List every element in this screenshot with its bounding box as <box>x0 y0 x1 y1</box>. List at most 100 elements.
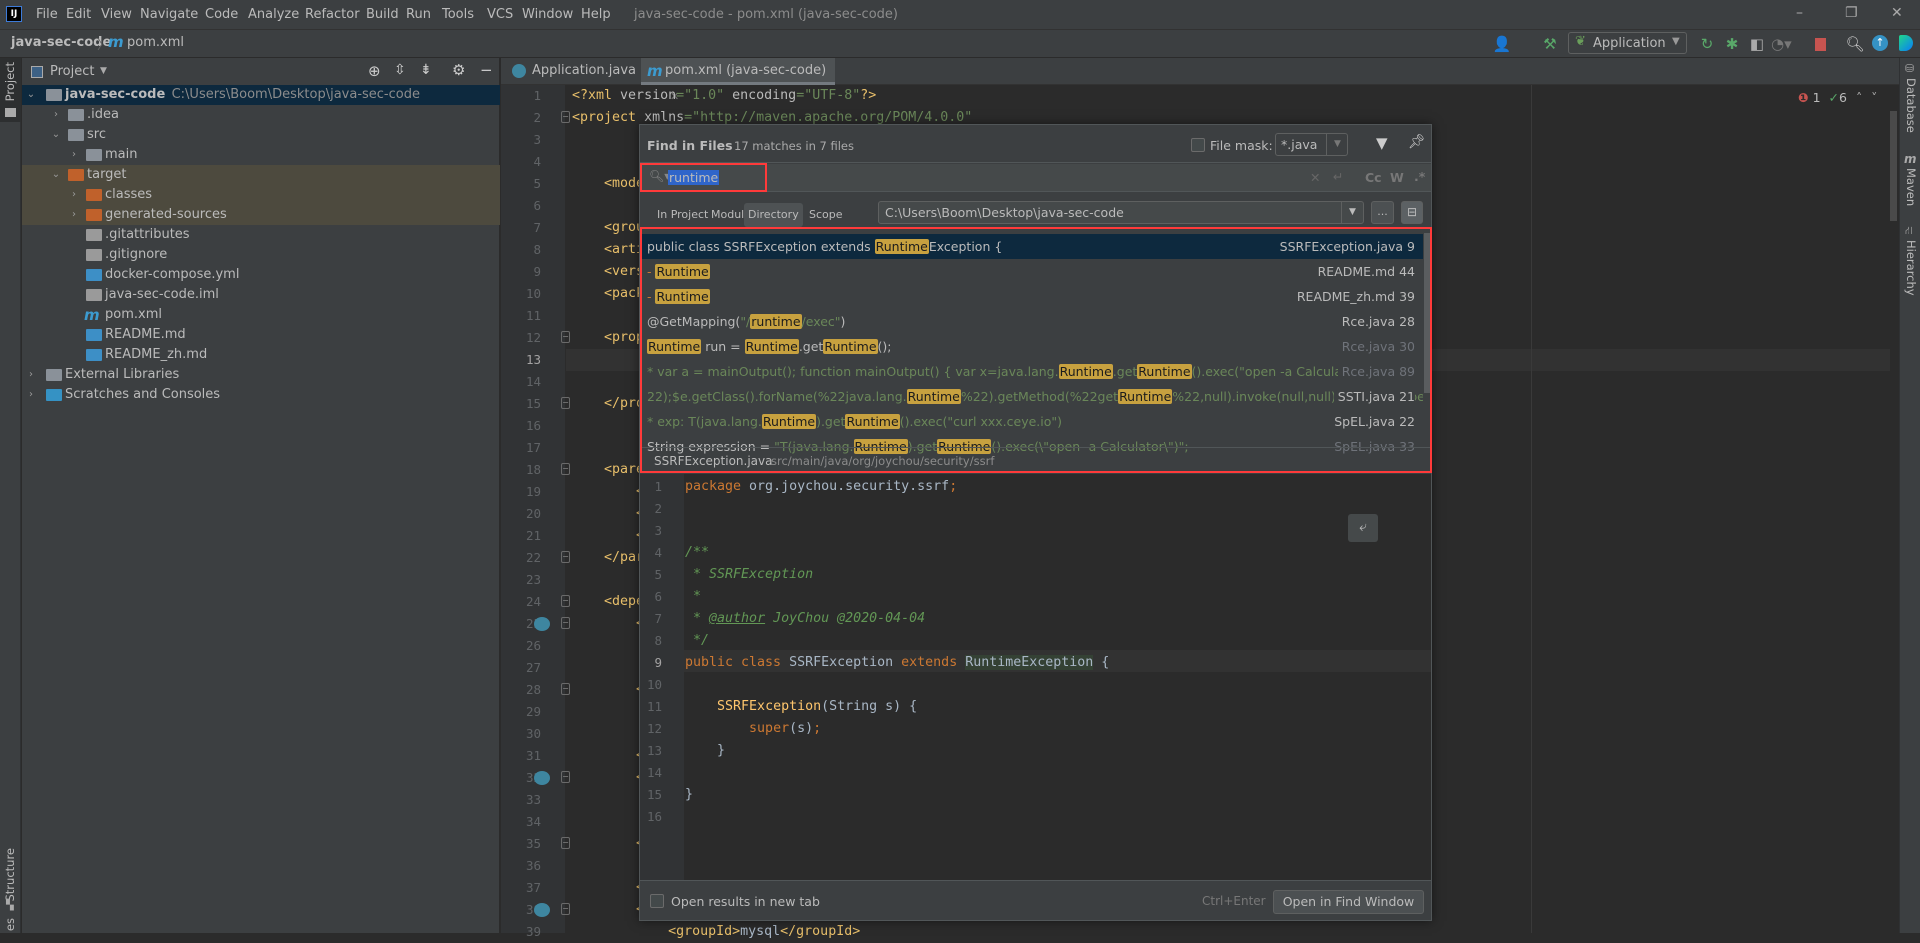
menu-run[interactable]: Run <box>406 7 431 22</box>
tree-item[interactable]: README_zh.md <box>22 345 500 365</box>
menu-vcs[interactable]: VCS <box>487 7 513 22</box>
search-field[interactable]: 🔍︎▾ runtime ✕ ↵ Cc W .* <box>640 164 1431 192</box>
maven-dependency-icon[interactable] <box>534 617 550 631</box>
result-row[interactable]: * var a = mainOutput(); function mainOut… <box>641 359 1423 384</box>
regex-toggle[interactable]: .* <box>1414 169 1425 184</box>
fold-marker-icon[interactable]: − <box>561 463 570 475</box>
whole-words-toggle[interactable]: W <box>1390 170 1404 185</box>
tree-item[interactable]: › classes <box>22 185 500 205</box>
menu-code[interactable]: Code <box>205 7 238 22</box>
tree-item[interactable]: README.md <box>22 325 500 345</box>
fold-marker-icon[interactable]: − <box>561 111 570 123</box>
tab-application-java[interactable]: Application.java ✕ <box>508 58 636 103</box>
chevron-down-icon[interactable]: ⌄ <box>50 165 62 185</box>
scope-tab-scope[interactable]: Scope <box>805 203 847 227</box>
chevron-right-icon[interactable]: › <box>25 385 37 405</box>
rerun-icon[interactable]: ↻ <box>1697 34 1717 54</box>
soft-wrap-toggle-icon[interactable]: ⤶ <box>1348 514 1378 542</box>
tree-item[interactable]: › Scratches and Consoles <box>22 385 500 405</box>
result-row[interactable]: @GetMapping("/runtime/exec") Rce.java 28 <box>641 309 1423 334</box>
hide-panel-icon[interactable]: − <box>480 61 493 79</box>
minimize-button[interactable]: – <box>1796 5 1803 21</box>
result-row[interactable]: public class SSRFException extends Runti… <box>641 234 1423 259</box>
locate-file-icon[interactable]: ⊕ <box>368 62 381 80</box>
previous-highlight-icon[interactable]: ˄ <box>1856 90 1862 105</box>
tool-structure-button[interactable]: Structure ▚ <box>0 828 21 918</box>
tool-maven-button[interactable]: m Maven <box>1900 152 1920 212</box>
menu-window[interactable]: Window <box>522 7 573 22</box>
result-row[interactable]: - Runtime README_zh.md 39 <box>641 284 1423 309</box>
fold-marker-icon[interactable]: − <box>561 903 570 915</box>
stop-icon[interactable] <box>1815 38 1826 51</box>
jetbrains-icon[interactable] <box>1899 35 1913 51</box>
build-hammer-icon[interactable]: ⚒ <box>1540 34 1560 54</box>
tree-item[interactable]: java-sec-code.iml <box>22 285 500 305</box>
tool-favorites-label[interactable]: es <box>3 918 17 931</box>
file-mask-select[interactable]: *.java ▼ <box>1275 133 1348 156</box>
menu-analyze[interactable]: Analyze <box>248 7 299 22</box>
tree-item[interactable]: ⌄ java-sec-code C:\Users\Boom\Desktop\java… <box>22 85 500 105</box>
menu-build[interactable]: Build <box>366 7 399 22</box>
fold-marker-icon[interactable]: − <box>561 771 570 783</box>
fold-marker-icon[interactable]: − <box>561 551 570 563</box>
tree-item[interactable]: docker-compose.yml <box>22 265 500 285</box>
editor-scrollbar[interactable] <box>1890 111 1897 221</box>
result-row[interactable]: 22);$e.getClass().forName(%22java.lang.R… <box>641 384 1423 409</box>
fold-marker-icon[interactable]: − <box>561 837 570 849</box>
project-view-select[interactable]: Project <box>50 64 94 79</box>
tree-item[interactable]: ⌄ src <box>22 125 500 145</box>
expand-all-icon[interactable]: ⇳ <box>394 62 406 78</box>
collapse-all-icon[interactable]: ⇟ <box>420 62 432 78</box>
tool-project-button[interactable]: Project <box>0 58 21 122</box>
result-row[interactable]: - Runtime README.md 44 <box>641 259 1423 284</box>
recursive-toggle-icon[interactable]: ⊟ <box>1401 201 1423 224</box>
fold-marker-icon[interactable]: − <box>561 397 570 409</box>
clear-search-icon[interactable]: ✕ <box>1310 170 1320 185</box>
result-row[interactable]: Runtime run = Runtime.getRuntime(); Rce.j… <box>641 334 1423 359</box>
pin-icon[interactable]: 📌︎ <box>1408 134 1426 150</box>
chevron-down-icon[interactable]: ⌄ <box>50 125 62 145</box>
open-in-find-window-button[interactable]: Open in Find Window <box>1273 890 1424 914</box>
tree-item[interactable]: › generated-sources <box>22 205 500 225</box>
menu-help[interactable]: Help <box>581 7 611 22</box>
tree-item[interactable]: › .idea <box>22 105 500 125</box>
chevron-down-icon[interactable]: ▼ <box>100 66 107 76</box>
tree-item[interactable]: .gitattributes <box>22 225 500 245</box>
directory-select[interactable]: C:\Users\Boom\Desktop\java-sec-code ▼ <box>878 201 1364 224</box>
update-icon[interactable]: ↑ <box>1872 35 1888 51</box>
maven-dependency-icon[interactable] <box>534 771 550 785</box>
menu-tools[interactable]: Tools <box>442 7 474 22</box>
tool-hierarchy-button[interactable]: ⛙ Hierarchy <box>1900 224 1920 304</box>
match-case-toggle[interactable]: Cc <box>1365 170 1382 185</box>
filter-icon[interactable]: ▼ <box>1376 134 1388 152</box>
fold-marker-icon[interactable]: − <box>561 331 570 343</box>
close-button[interactable]: ✕ <box>1891 5 1903 21</box>
inspection-widget[interactable]: ❶ 1 ✓6 ˄ ˅ <box>1798 90 1877 105</box>
debug-icon[interactable]: ✱ <box>1722 34 1742 54</box>
menu-file[interactable]: File <box>36 7 58 22</box>
menu-edit[interactable]: Edit <box>66 7 91 22</box>
chevron-right-icon[interactable]: › <box>68 185 80 205</box>
chevron-right-icon[interactable]: › <box>50 105 62 125</box>
file-mask-checkbox[interactable] <box>1191 138 1205 152</box>
new-line-icon[interactable]: ↵ <box>1333 169 1343 184</box>
menu-refactor[interactable]: Refactor <box>305 7 360 22</box>
tree-item[interactable]: ⌄ target <box>22 165 500 185</box>
restore-button[interactable]: ❐ <box>1845 5 1858 21</box>
chevron-down-icon[interactable]: ⌄ <box>25 85 37 105</box>
chevron-right-icon[interactable]: › <box>68 145 80 165</box>
browse-directory-button[interactable]: ... <box>1371 201 1394 224</box>
fold-marker-icon[interactable]: − <box>561 617 570 629</box>
preview-editor[interactable]: 1 package org.joychou.security.ssrf; 2 3 4 /*… <box>640 474 1431 880</box>
result-row[interactable]: * exp: T(java.lang.Runtime).getRuntime()… <box>641 409 1423 434</box>
gear-icon[interactable]: ⚙ <box>452 61 465 79</box>
open-new-tab-checkbox[interactable] <box>650 894 664 908</box>
tree-item[interactable]: › main <box>22 145 500 165</box>
results-list[interactable]: public class SSRFException extends Runti… <box>640 231 1431 456</box>
dialog-header[interactable]: Find in Files 17 matches in 7 files File… <box>640 125 1431 163</box>
run-configuration-select[interactable]: ❦ Application ▼ <box>1568 32 1687 54</box>
tree-item[interactable]: › External Libraries <box>22 365 500 385</box>
tree-item[interactable]: m pom.xml <box>22 305 500 325</box>
search-input[interactable]: runtime <box>668 170 720 185</box>
search-icon[interactable]: 🔍︎ <box>1845 34 1865 54</box>
